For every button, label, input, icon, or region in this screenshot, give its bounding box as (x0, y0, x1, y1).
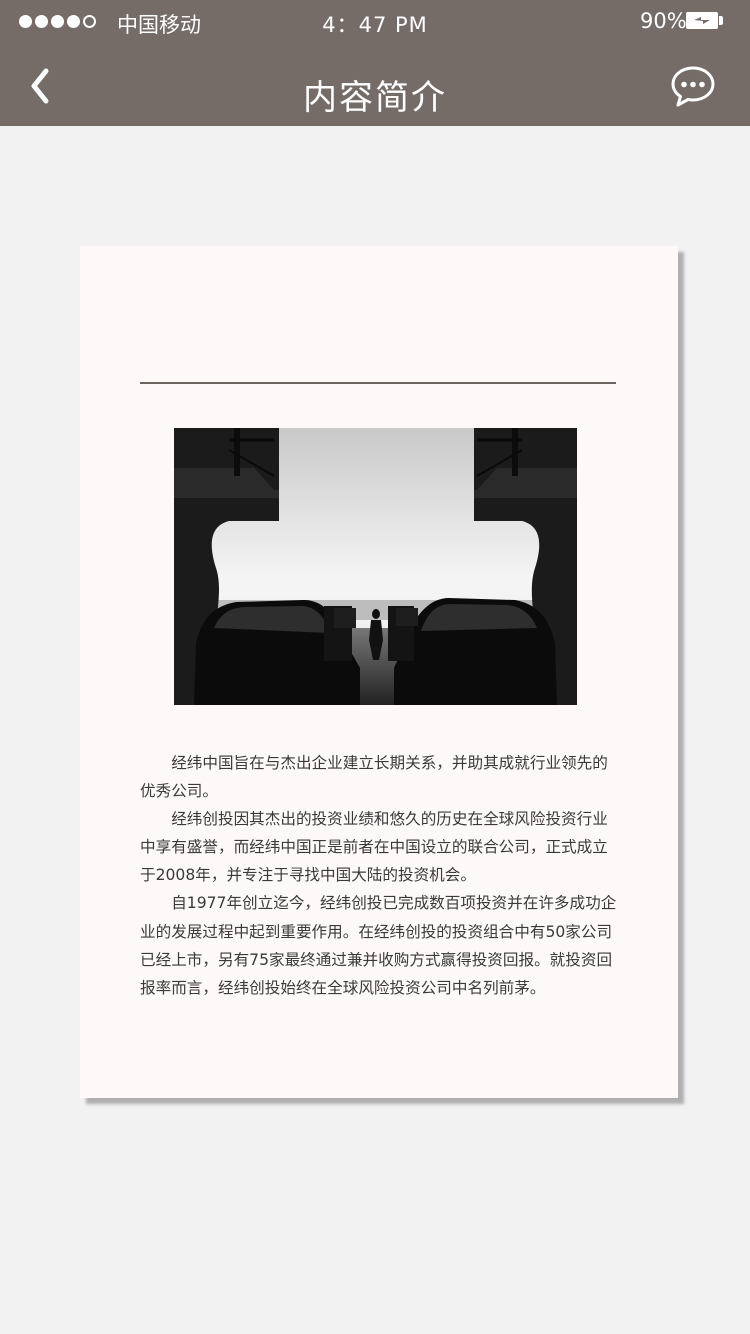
page-title: 内容简介 (303, 78, 447, 118)
status-bar: 中国移动 4：47 PM 90% (0, 0, 750, 44)
status-time: 4：47 PM (322, 13, 428, 37)
article-paragraph: 经纬中国旨在与杰出企业建立长期关系，并助其成就行业领先的优秀公司。 (140, 754, 608, 801)
battery-tip (719, 16, 723, 25)
intro-card: 经纬中国旨在与杰出企业建立长期关系，并助其成就行业领先的优秀公司。 经纬创投因其… (80, 246, 678, 1098)
article-paragraph: 自1977年创立迄今，经纬创投已完成数百项投资并在许多成功企业的发展过程中起到重… (140, 894, 617, 997)
battery-percentage: 90% (640, 9, 687, 33)
battery-icon (686, 12, 718, 29)
top-bar: 中国移动 4：47 PM 90% 内容简介 (0, 0, 750, 126)
chat-button[interactable] (670, 64, 716, 110)
intro-article: 经纬中国旨在与杰出企业建立长期关系，并助其成就行业领先的优秀公司。 经纬创投因其… (140, 749, 622, 1002)
chat-bubble-icon (671, 66, 715, 107)
article-paragraph: 经纬创投因其杰出的投资业绩和悠久的历史在全球风险投资行业中享有盛誉，而经纬中国正… (140, 810, 608, 885)
ferry-photo (174, 428, 577, 705)
divider-line (140, 382, 616, 384)
